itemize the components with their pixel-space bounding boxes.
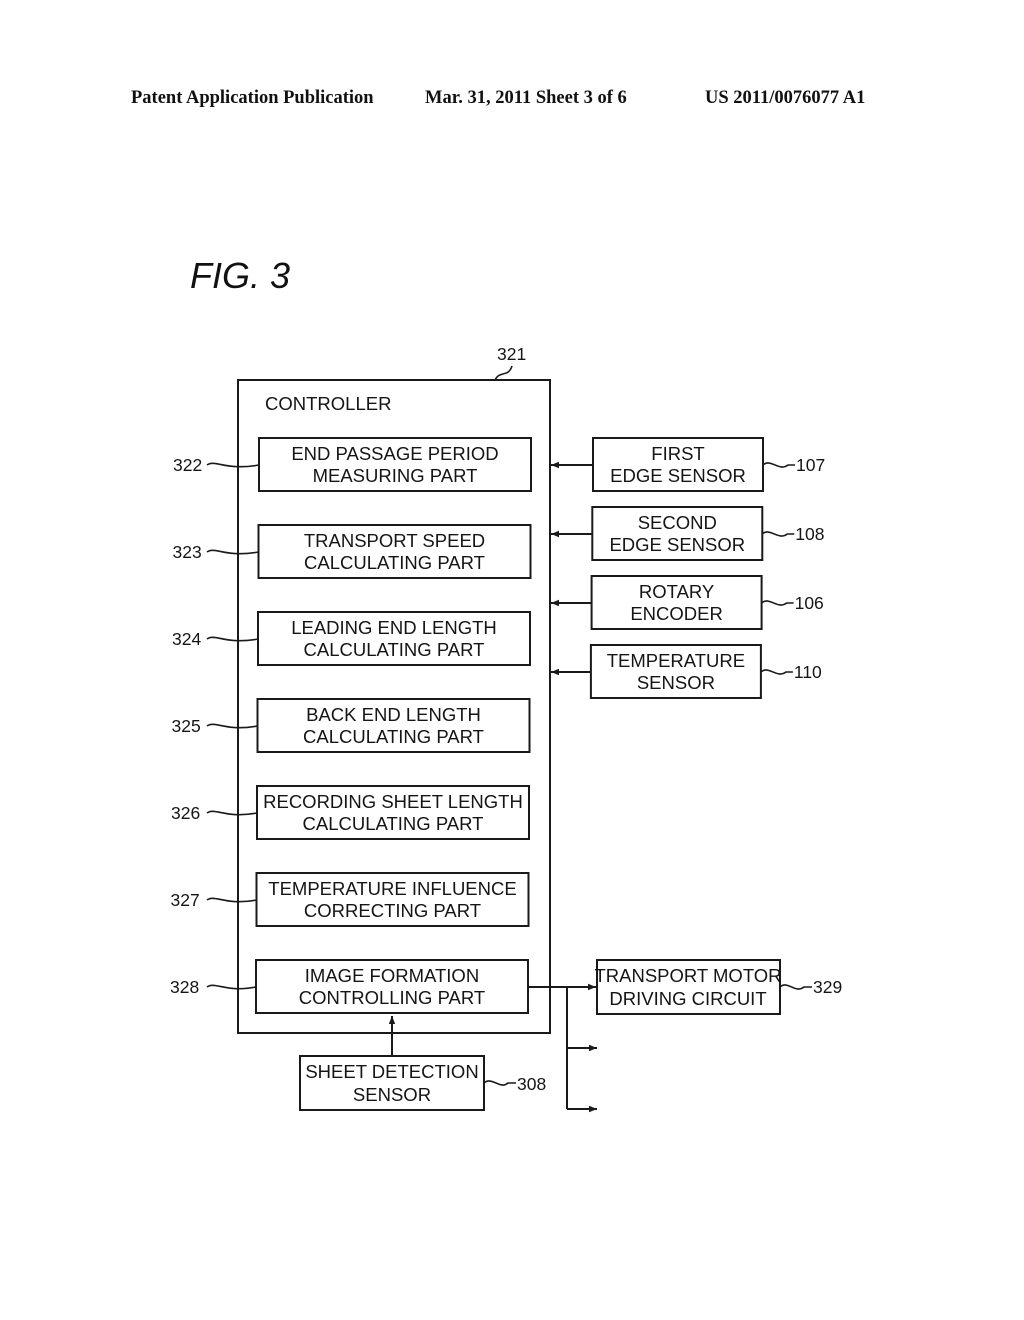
leader-line-108 [761,531,795,537]
controller-label: CONTROLLER [265,393,391,414]
part-label-line: LEADING END LENGTH [291,617,497,638]
ref-324: 324 [172,629,201,649]
leader-line-107 [762,462,795,468]
svg-text:SENSOR: SENSOR [353,1084,431,1105]
sensor-label-line: ROTARY [639,581,714,602]
leader-line-110 [760,669,793,675]
part-label-line: CALCULATING PART [304,639,485,660]
svg-text:SHEET DETECTION: SHEET DETECTION [305,1061,478,1082]
leader-line-329 [779,984,812,990]
leader-line-321 [494,365,513,381]
ref-328: 328 [170,977,199,997]
ref-108: 108 [795,524,824,544]
sensor-temperature-sensor: TEMPERATURESENSOR 110 [551,644,822,699]
part-back-end-length-calculating-part: BACK END LENGTHCALCULATING PART 325 [172,698,531,753]
figure-title: FIG. 3 [190,255,290,296]
part-end-passage-period-measuring-part: END PASSAGE PERIODMEASURING PART 322 [173,437,532,492]
sensor-first-edge-sensor: FIRSTEDGE SENSOR 107 [551,437,825,492]
part-label-line: CALCULATING PART [303,726,484,747]
part-temperature-influence-correcting-part: TEMPERATURE INFLUENCECORRECTING PART 327 [171,872,530,927]
part-label-line: IMAGE FORMATION [305,965,479,986]
part-label-line: CONTROLLING PART [299,987,485,1008]
block-diagram: FIG. 3 CONTROLLER 321 END PASSAGE PERIOD… [170,255,842,1113]
sensor-label-line: SECOND [638,512,717,533]
part-label-line: CALCULATING PART [303,813,484,834]
sensor-label-line: EDGE SENSOR [610,465,746,486]
part-transport-speed-calculating-part: TRANSPORT SPEEDCALCULATING PART 323 [173,524,532,579]
sensor-rotary-encoder: ROTARYENCODER 106 [551,575,824,630]
sensor-label-line: FIRST [651,443,704,464]
sensor-label-line: SENSOR [637,672,715,693]
part-label-line: CORRECTING PART [304,900,481,921]
part-recording-sheet-length-calculating-part: RECORDING SHEET LENGTHCALCULATING PART 32… [171,785,530,840]
part-label-line: CALCULATING PART [304,552,485,573]
ref-323: 323 [173,542,202,562]
sensor-label-line: EDGE SENSOR [609,534,745,555]
ref-327: 327 [171,890,200,910]
svg-text:DRIVING CIRCUIT: DRIVING CIRCUIT [609,988,766,1009]
sensor-second-edge-sensor: SECONDEDGE SENSOR 108 [551,506,825,561]
ref-326: 326 [171,803,200,823]
part-label-line: MEASURING PART [313,465,478,486]
ref-329: 329 [813,977,842,997]
part-label-line: TEMPERATURE INFLUENCE [268,878,516,899]
ref-322: 322 [173,455,202,475]
svg-text:TRANSPORT MOTOR: TRANSPORT MOTOR [594,965,781,986]
controller-parts: END PASSAGE PERIODMEASURING PART 322 TRANS… [170,437,532,1014]
leader-line-308 [483,1080,516,1086]
leader-line-106 [761,600,794,606]
part-image-formation-controlling-part: IMAGE FORMATIONCONTROLLING PART 328 [170,959,529,1014]
part-leading-end-length-calculating-part: LEADING END LENGTHCALCULATING PART 324 [172,611,531,666]
ref-107: 107 [796,455,825,475]
ref-325: 325 [172,716,201,736]
sensor-label-line: TEMPERATURE [607,650,745,671]
part-label-line: TRANSPORT SPEED [304,530,485,551]
ref-308: 308 [517,1074,546,1094]
transport-motor-driving-circuit: TRANSPORT MOTOR DRIVING CIRCUIT 329 [594,959,842,1015]
ref-110: 110 [794,662,822,682]
ref-106: 106 [795,593,824,613]
ref-321: 321 [497,344,526,364]
part-label-line: BACK END LENGTH [306,704,481,725]
input-sensors: FIRSTEDGE SENSOR 107SECONDEDGE SENSOR 108R… [551,437,825,699]
sensor-label-line: ENCODER [630,603,723,624]
part-label-line: RECORDING SHEET LENGTH [263,791,523,812]
part-label-line: END PASSAGE PERIOD [291,443,498,464]
